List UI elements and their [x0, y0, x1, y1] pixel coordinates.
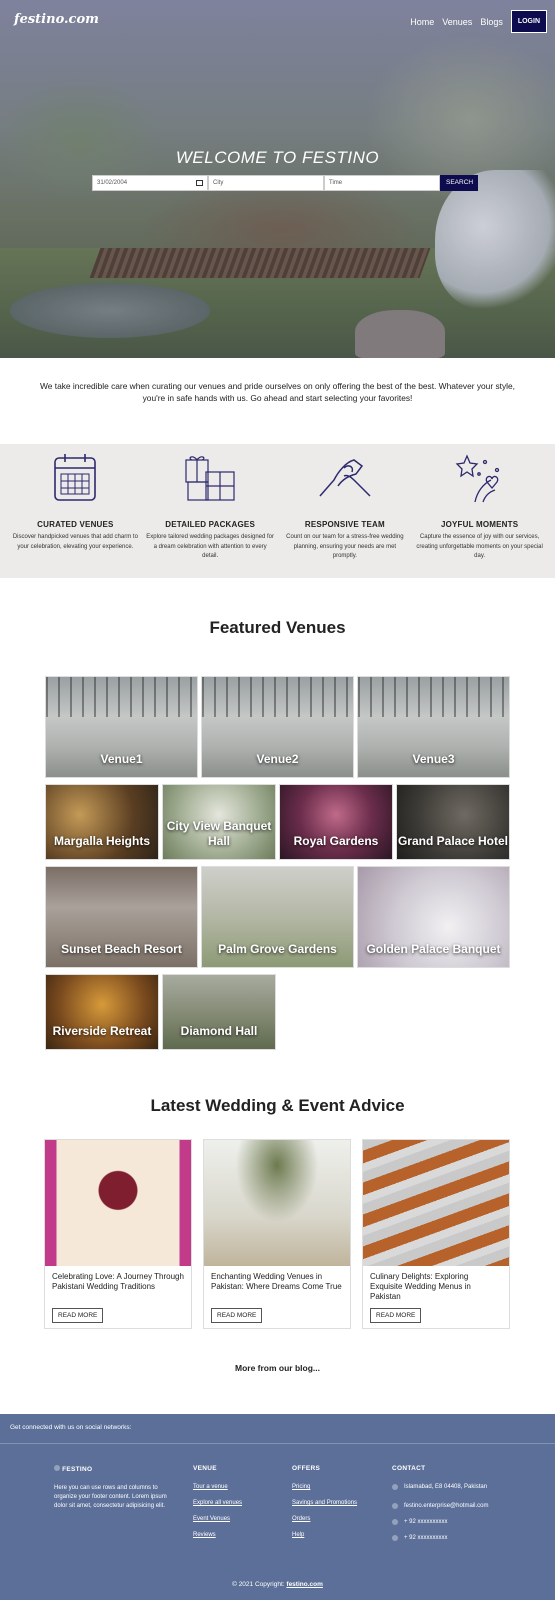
copyright-link[interactable]: festino.com: [286, 1581, 322, 1588]
venue-card[interactable]: Grand Palace Hotel: [396, 784, 510, 860]
nav-venues[interactable]: Venues: [442, 17, 472, 27]
venue-card[interactable]: Sunset Beach Resort: [45, 866, 198, 968]
search-button[interactable]: SEARCH: [440, 175, 478, 191]
venue-card[interactable]: Venue3: [357, 676, 510, 778]
venue-card[interactable]: Riverside Retreat: [45, 974, 159, 1050]
phone-text: + 92 xxxxxxxxxx: [404, 1519, 448, 1525]
footer-col-offers: OFFERS Pricing Savings and Promotions Or…: [292, 1464, 362, 1547]
feature-title: RESPONSIVE TEAM: [304, 520, 385, 529]
venue-card[interactable]: Diamond Hall: [162, 974, 276, 1050]
feature-title: DETAILED PACKAGES: [165, 520, 256, 529]
footer-link[interactable]: Reviews: [193, 1531, 273, 1540]
feature-moments: JOYFUL MOMENTS Capture the essence of jo…: [416, 444, 544, 578]
footer-link[interactable]: Tour a venue: [193, 1483, 273, 1492]
calendar-icon[interactable]: [196, 180, 203, 186]
time-input[interactable]: Time: [324, 175, 440, 191]
blog-title: Enchanting Wedding Venues in Pakistan: W…: [211, 1272, 342, 1291]
blog-image: [45, 1140, 191, 1266]
venue-card[interactable]: Royal Gardens: [279, 784, 393, 860]
envelope-icon: [392, 1503, 398, 1509]
footer-link[interactable]: Savings and Promotions: [292, 1499, 362, 1508]
social-bar: Get connected with us on social networks…: [0, 1414, 555, 1444]
features-section: CURATED VENUES Discover handpicked venue…: [0, 444, 555, 578]
feature-packages: DETAILED PACKAGES Explore tailored weddi…: [146, 444, 274, 578]
footer-col-venue: VENUE Tour a venue Explore all venues Ev…: [193, 1464, 273, 1547]
gem-icon: [54, 1465, 60, 1471]
hero-title: WELCOME TO FESTINO: [175, 148, 380, 167]
intro-text: We take incredible care when curating ou…: [40, 381, 516, 403]
footer-heading: VENUE: [193, 1465, 217, 1472]
blog-card[interactable]: Enchanting Wedding Venues in Pakistan: W…: [203, 1139, 351, 1329]
featured-venues-heading: Featured Venues: [209, 618, 346, 637]
blog-title: Celebrating Love: A Journey Through Paki…: [52, 1272, 184, 1291]
search-bar: 31/02/2004 City Time SEARCH: [92, 175, 478, 191]
feature-curated: CURATED VENUES Discover handpicked venue…: [11, 444, 139, 578]
more-blog-link[interactable]: More from our blog...: [0, 1363, 555, 1373]
footer-link[interactable]: Event Venues: [193, 1515, 273, 1524]
home-icon: [392, 1484, 398, 1490]
logo[interactable]: festino.com: [14, 12, 99, 27]
feature-title: CURATED VENUES: [37, 520, 114, 529]
read-more-button[interactable]: READ MORE: [52, 1308, 104, 1323]
celebration-icon: [416, 452, 544, 508]
venue-card[interactable]: Venue1: [45, 676, 198, 778]
blog-image: [204, 1140, 350, 1266]
calendar-icon: [11, 452, 139, 508]
login-button[interactable]: LOGIN: [510, 10, 547, 33]
footer-heading: OFFERS: [292, 1465, 321, 1472]
footer-about-text: Here you can use rows and columns to org…: [54, 1485, 167, 1509]
read-more-button[interactable]: READ MORE: [370, 1308, 422, 1323]
phone-icon: [392, 1519, 398, 1525]
footer: Get connected with us on social networks…: [0, 1414, 555, 1600]
blog-card[interactable]: Culinary Delights: Exploring Exquisite W…: [362, 1139, 510, 1329]
feature-text: Capture the essence of joy with our serv…: [416, 534, 543, 559]
footer-link[interactable]: Orders: [292, 1515, 362, 1524]
blog-title: Culinary Delights: Exploring Exquisite W…: [370, 1272, 471, 1301]
hero-banner: festino.com Home Venues Blogs LOGIN WELC…: [0, 0, 555, 358]
phone-text: + 92 xxxxxxxxxx: [404, 1535, 448, 1541]
footer-heading: FESTINO: [54, 1464, 169, 1474]
venue-card[interactable]: Margalla Heights: [45, 784, 159, 860]
address-text: Islamabad, E8 04408, Pakistan: [404, 1484, 488, 1490]
blog-card[interactable]: Celebrating Love: A Journey Through Paki…: [44, 1139, 192, 1329]
city-input[interactable]: City: [208, 175, 324, 191]
footer-link[interactable]: Pricing: [292, 1483, 362, 1492]
footer-link[interactable]: Help: [292, 1531, 362, 1540]
blog-heading: Latest Wedding & Event Advice: [150, 1096, 405, 1115]
footer-heading: CONTACT: [392, 1465, 426, 1472]
nav-blogs[interactable]: Blogs: [480, 17, 503, 27]
venue-card[interactable]: Golden Palace Banquet: [357, 866, 510, 968]
email-text: festino.enterprise@hotmail.com: [404, 1503, 489, 1509]
handshake-icon: [281, 452, 409, 508]
print-icon: [392, 1535, 398, 1541]
date-input[interactable]: 31/02/2004: [92, 175, 208, 191]
footer-col-contact: CONTACT Islamabad, E8 04408, Pakistan fe…: [392, 1464, 532, 1550]
nav-home[interactable]: Home: [410, 17, 434, 27]
main-nav: Home Venues Blogs LOGIN: [410, 10, 547, 33]
venue-card[interactable]: Venue2: [201, 676, 354, 778]
gift-packages-icon: [146, 452, 274, 508]
venue-card[interactable]: Palm Grove Gardens: [201, 866, 354, 968]
feature-text: Discover handpicked venues that add char…: [12, 534, 138, 550]
blog-image: [363, 1140, 509, 1266]
feature-title: JOYFUL MOMENTS: [440, 520, 519, 529]
feature-team: RESPONSIVE TEAM Count on our team for a …: [281, 444, 409, 578]
read-more-button[interactable]: READ MORE: [211, 1308, 263, 1323]
footer-col-festino: FESTINO Here you can use rows and column…: [54, 1464, 169, 1511]
feature-text: Explore tailored wedding packages design…: [146, 534, 274, 559]
footer-link[interactable]: Explore all venues: [193, 1499, 273, 1508]
venue-card[interactable]: City View Banquet Hall: [162, 784, 276, 860]
feature-text: Count on our team for a stress-free wedd…: [286, 534, 404, 559]
copyright: © 2021 Copyright: festino.com: [232, 1581, 323, 1588]
